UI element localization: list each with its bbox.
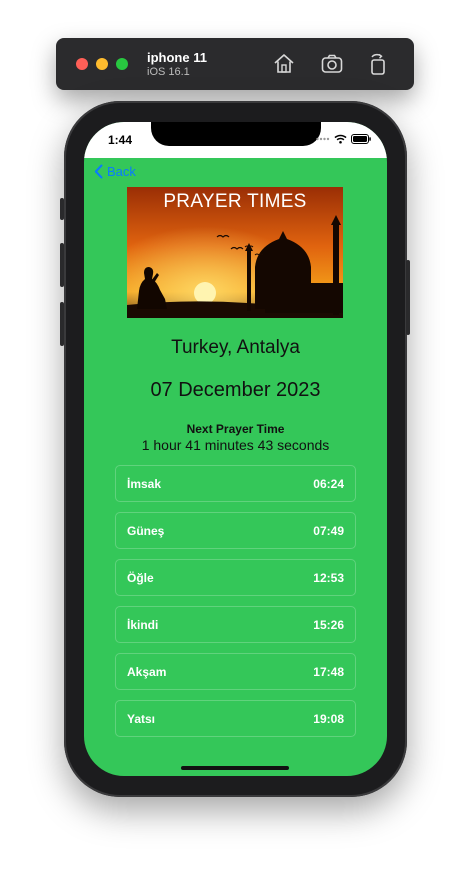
prayer-name: Öğle [127,570,154,585]
volume-up-button [60,243,64,287]
prayer-time: 19:08 [313,711,344,726]
prayer-name: Yatsı [127,711,156,726]
device-name: iphone 11 [147,50,207,65]
simulator-toolbar: iphone 11 iOS 16.1 [56,38,414,90]
banner-image: PRAYER TIMES [127,187,343,318]
prayer-name: Akşam [127,664,167,679]
status-time: 1:44 [108,133,133,147]
home-indicator[interactable] [181,766,289,770]
prayer-time: 17:48 [313,664,344,679]
banner-title: PRAYER TIMES [163,191,307,212]
mute-switch [60,198,64,220]
prayer-name: Güneş [127,523,165,538]
prayer-row-gunes[interactable]: Güneş 07:49 [115,512,356,549]
minimize-window-button[interactable] [96,58,108,70]
next-prayer-countdown: 1 hour 41 minutes 43 seconds [141,437,330,453]
volume-down-button [60,302,64,346]
prayer-name: İkindi [127,617,159,632]
wifi-icon [334,134,347,144]
close-window-button[interactable] [76,58,88,70]
rotate-icon[interactable] [366,52,390,76]
battery-icon [351,134,371,144]
prayer-row-aksam[interactable]: Akşam 17:48 [115,653,356,690]
status-bar: 1:44 [84,122,387,158]
screenshot-icon[interactable] [320,52,344,76]
side-power-button [406,260,410,335]
status-icons [316,133,371,145]
chevron-left-icon [94,164,103,179]
zoom-window-button[interactable] [116,58,128,70]
date-label: 07 December 2023 [150,379,321,401]
home-icon[interactable] [272,52,296,76]
notch [151,122,321,146]
next-prayer-label: Next Prayer Time [186,422,285,436]
prayer-time: 06:24 [313,476,344,491]
prayer-row-yatsi[interactable]: Yatsı 19:08 [115,700,356,737]
prayer-row-imsak[interactable]: İmsak 06:24 [115,465,356,502]
prayer-row-ogle[interactable]: Öğle 12:53 [115,559,356,596]
location-label: Turkey, Antalya [171,337,300,358]
app-screen: 1:44 Back PRAYER TIMES Turkey, Antalya 0… [84,122,387,776]
prayer-row-ikindi[interactable]: İkindi 15:26 [115,606,356,643]
back-label: Back [107,164,136,179]
prayer-name: İmsak [127,476,162,491]
prayer-time: 12:53 [313,570,344,585]
signal-dots-icon [316,137,330,141]
prayer-times-list: İmsak 06:24 Güneş 07:49 Öğle 12:53 İkind… [115,465,356,747]
prayer-time: 07:49 [313,523,344,538]
back-button[interactable]: Back [94,164,136,179]
prayer-time: 15:26 [313,617,344,632]
os-version: iOS 16.1 [147,66,190,78]
